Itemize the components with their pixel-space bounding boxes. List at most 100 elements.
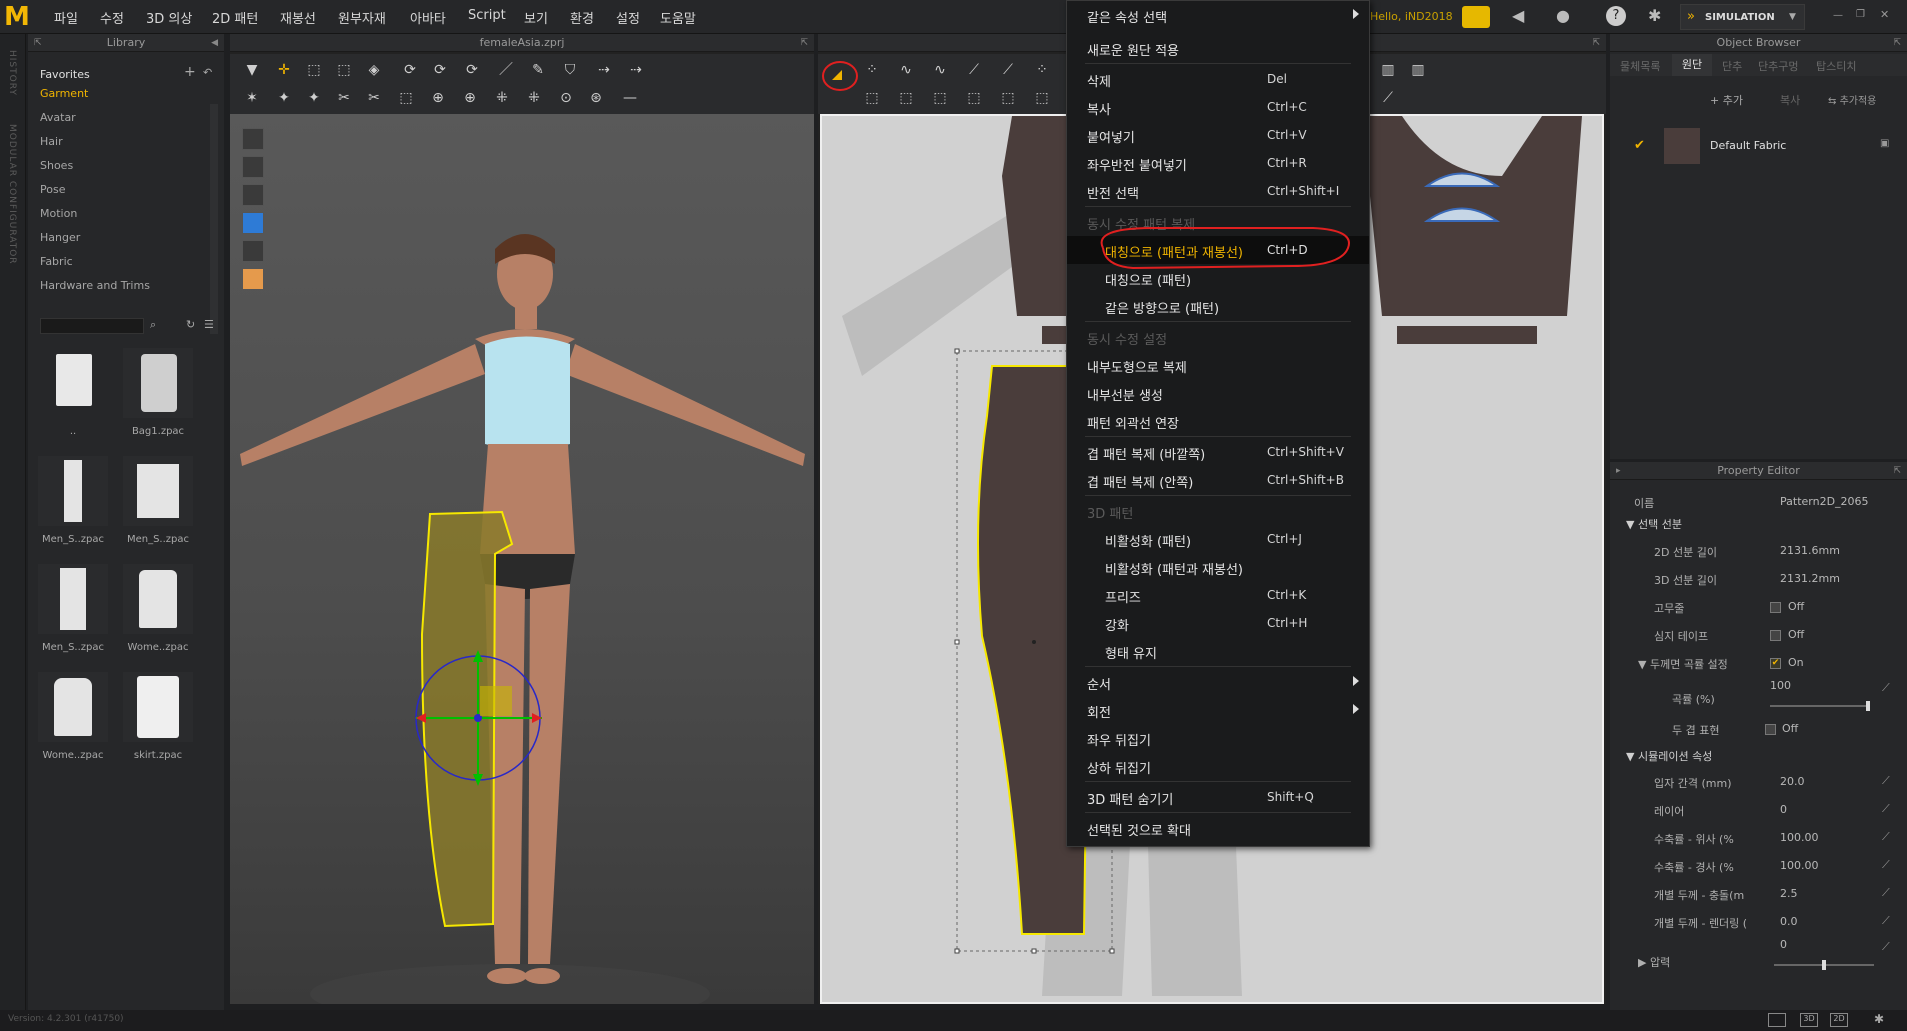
garment-icon[interactable]: ⛉ (560, 60, 580, 80)
undock-icon[interactable]: ⇱ (1592, 34, 1600, 52)
close-icon[interactable]: ✕ (1880, 8, 1889, 21)
menu-sewing[interactable]: 재봉선 (280, 8, 316, 27)
undock-icon[interactable]: ⇱ (800, 34, 808, 52)
menu-environment[interactable]: 환경 (570, 8, 594, 27)
context-menu-item[interactable]: 복사 Ctrl+C (1067, 93, 1369, 121)
collapse-icon[interactable]: ▸ (1616, 462, 1621, 480)
edit-icon[interactable]: ⟋ (1882, 940, 1890, 954)
menu-settings[interactable]: 설정 (616, 8, 640, 27)
edit-icon[interactable]: ⇢ (626, 60, 646, 80)
layout-icon[interactable] (1768, 1013, 1786, 1027)
prop-name-value[interactable]: Pattern2D_2065 (1780, 495, 1869, 508)
section-simulation[interactable]: ▼ 시뮬레이션 속성 (1626, 748, 1712, 764)
undock-icon[interactable]: ⇱ (1893, 34, 1901, 52)
edit-icon[interactable]: ⇢ (594, 60, 614, 80)
context-menu-item[interactable]: 좌우 뒤집기 (1067, 724, 1369, 752)
tab-fabric[interactable]: 원단 (1672, 54, 1712, 76)
menu-file[interactable]: 파일 (54, 8, 78, 27)
curve-point-icon[interactable]: ∿ (930, 60, 950, 80)
menu-edit[interactable]: 수정 (100, 8, 124, 27)
context-menu-item[interactable]: 대칭으로 (패턴) (1067, 264, 1369, 292)
history-tab[interactable]: HISTORY (7, 50, 17, 96)
avatar-pose-icon[interactable]: ✶ (242, 88, 262, 108)
menu-help[interactable]: 도움말 (660, 8, 696, 27)
circle-icon[interactable]: ⁘ (1032, 60, 1052, 80)
3d-viewport[interactable] (230, 114, 814, 1004)
prop-value[interactable]: 0 (1780, 803, 1787, 816)
search-icon[interactable]: ⌕ (150, 318, 156, 332)
pressure-slider-handle[interactable] (1822, 960, 1826, 970)
menu-view[interactable]: 보기 (524, 8, 548, 27)
polygon-icon[interactable]: ⟋ (964, 60, 984, 80)
speaker-icon[interactable]: ◀ (1512, 6, 1524, 25)
transform-icon[interactable]: ⬚ (334, 60, 354, 80)
thumb-parent-folder[interactable] (38, 348, 108, 418)
lib-shoes[interactable]: Shoes (40, 159, 73, 172)
list-view-icon[interactable]: ☰ (204, 318, 214, 331)
fabric-list-item[interactable]: ✔ Default Fabric ▣ (1624, 126, 1894, 166)
edit-icon[interactable]: ⟋ (1882, 914, 1890, 928)
edit-icon[interactable]: ⟋ (1882, 858, 1890, 872)
gear-icon[interactable]: ✱ (1648, 6, 1661, 25)
sewing-icon[interactable]: ⟳ (430, 60, 450, 80)
sewing-icon[interactable]: ⟳ (462, 60, 482, 80)
modular-configurator-tab[interactable]: MODULAR CONFIGURATOR (7, 124, 17, 265)
prop-value[interactable]: 2.5 (1780, 887, 1798, 900)
curvature-slider-handle[interactable] (1866, 701, 1870, 711)
context-menu-item[interactable]: 삭제 Del (1067, 65, 1369, 93)
brush-icon[interactable]: ✎ (528, 60, 548, 80)
double-layer-checkbox[interactable] (1765, 724, 1776, 735)
ruler-icon[interactable]: — (620, 88, 640, 108)
grain-icon[interactable]: ▥ (1408, 60, 1428, 80)
menu-script[interactable]: Script (468, 8, 506, 23)
point-edit-icon[interactable]: ⁘ (862, 60, 882, 80)
prop-value[interactable]: 20.0 (1780, 775, 1805, 788)
lib-hanger[interactable]: Hanger (40, 231, 80, 244)
section-selected-line[interactable]: ▼ 선택 선분 (1626, 516, 1682, 532)
tab-button[interactable]: 단추 (1722, 58, 1742, 74)
context-menu-item[interactable]: 같은 속성 선택 (1067, 1, 1369, 29)
zipper-icon[interactable]: ⁜ (492, 88, 512, 108)
lib-hardware-trims[interactable]: Hardware and Trims (40, 279, 150, 292)
lib-pose[interactable]: Pose (40, 183, 65, 196)
edit-icon[interactable]: ⟋ (1882, 802, 1890, 816)
thumb-women-dress-1[interactable] (123, 564, 193, 634)
curvature-slider-track[interactable] (1770, 701, 1870, 711)
pressure-slider-track[interactable] (1774, 960, 1874, 970)
tape-checkbox[interactable] (1770, 630, 1781, 641)
move-icon[interactable]: ✛ (274, 60, 294, 80)
context-menu-item[interactable]: 회전 (1067, 696, 1369, 724)
prop-value[interactable]: 100.00 (1780, 831, 1819, 844)
menu-avatar[interactable]: 아바타 (410, 8, 446, 27)
context-menu-item[interactable]: 순서 (1067, 668, 1369, 696)
elastic-checkbox[interactable] (1770, 602, 1781, 613)
thumb-bag1[interactable] (123, 348, 193, 418)
tuck-icon[interactable]: ⬚ (396, 88, 416, 108)
context-menu-item[interactable]: 프리즈 Ctrl+K (1067, 581, 1369, 609)
prop-label[interactable]: ▼ 두께면 곡률 설정 (1638, 656, 1728, 672)
pin-icon[interactable]: ◈ (364, 60, 384, 80)
context-menu-item[interactable]: 겹 패턴 복제 (안쪽) Ctrl+Shift+B (1067, 466, 1369, 494)
3d-view-icon[interactable]: 3D (1800, 1013, 1818, 1027)
zipper-icon[interactable]: ⁜ (524, 88, 544, 108)
button-icon[interactable]: ⊙ (556, 88, 576, 108)
thumb-men-suit-1[interactable] (38, 456, 108, 526)
user-icon[interactable]: ● (1556, 6, 1570, 25)
sew-icon[interactable]: ⬚ (1032, 88, 1052, 108)
context-menu-item[interactable]: 겹 패턴 복제 (바깥쪽) Ctrl+Shift+V (1067, 438, 1369, 466)
measure-icon[interactable]: ✦ (304, 88, 324, 108)
add-favorite-icon[interactable]: + (184, 64, 196, 80)
tab-topstitch[interactable]: 탑스티치 (1816, 58, 1856, 74)
thumb-skirt[interactable] (123, 672, 193, 742)
minimize-icon[interactable]: — (1833, 10, 1843, 21)
line-icon[interactable]: ⟋ (1378, 88, 1398, 108)
sewing-icon[interactable]: ⟳ (400, 60, 420, 80)
point-icon[interactable]: ✦ (274, 88, 294, 108)
box-select-icon[interactable]: ⬚ (304, 60, 324, 80)
fold-icon[interactable]: ✂ (334, 88, 354, 108)
lib-fabric[interactable]: Fabric (40, 255, 73, 268)
prop-value[interactable]: 0.0 (1780, 915, 1798, 928)
add-fabric-button[interactable]: + 추가 (1710, 92, 1743, 108)
edit-icon[interactable]: ⟋ (1882, 681, 1890, 695)
2d-view-icon[interactable]: 2D (1830, 1013, 1848, 1027)
